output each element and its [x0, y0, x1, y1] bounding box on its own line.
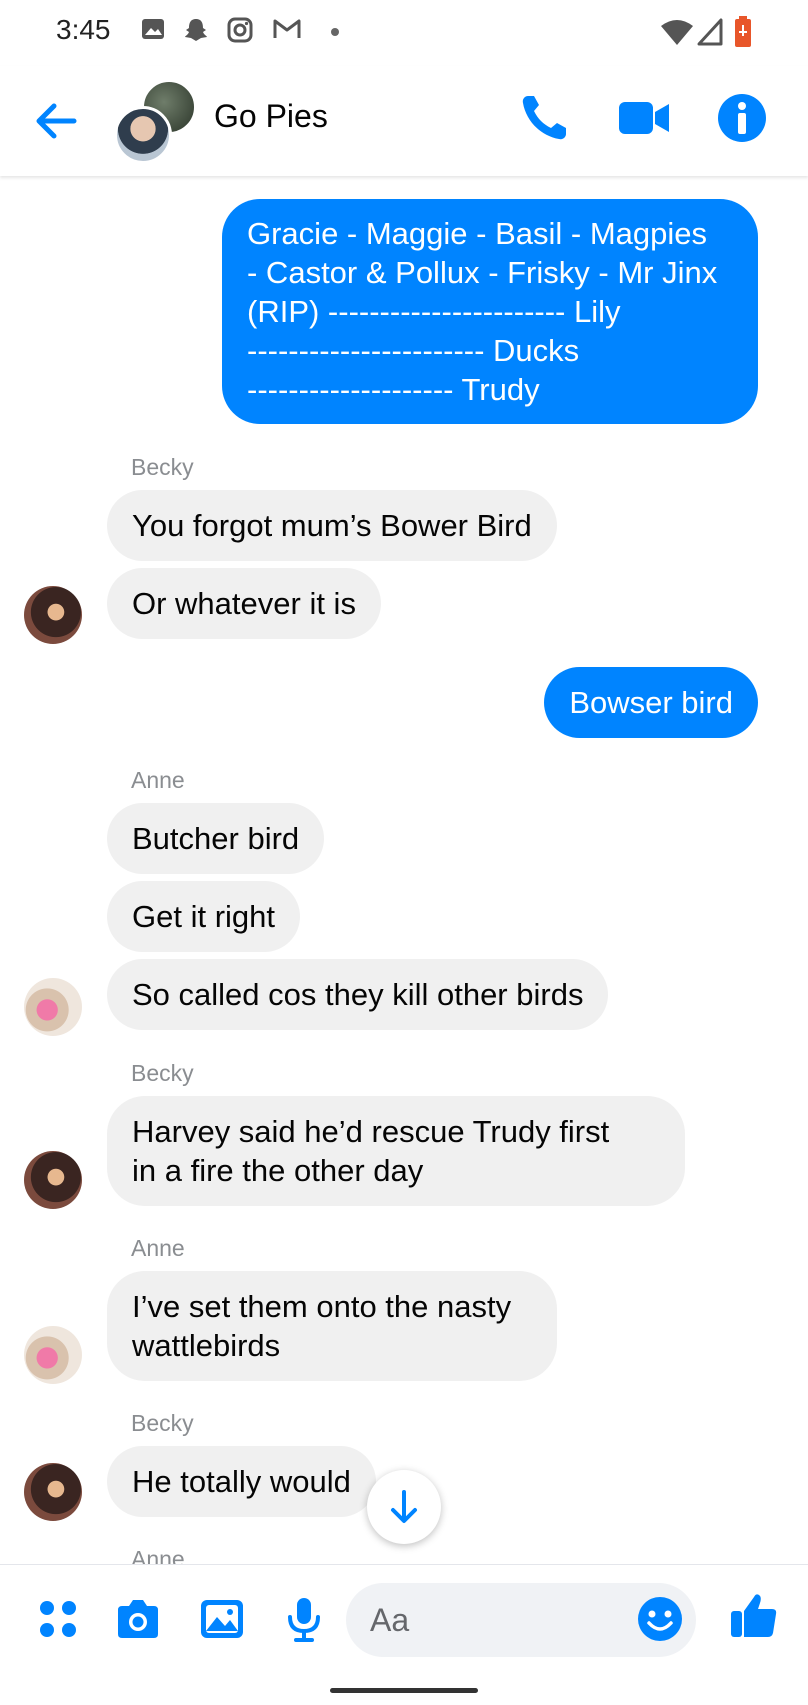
arrow-down-icon: [391, 1490, 417, 1523]
info-icon[interactable]: [712, 88, 772, 148]
conversation-header: Go Pies: [0, 66, 808, 176]
sender-name: Anne: [131, 767, 185, 793]
apps-icon[interactable]: [34, 1595, 82, 1643]
becky-avatar[interactable]: [24, 586, 82, 644]
message-line: wattlebirds: [132, 1328, 281, 1363]
microphone-icon[interactable]: [280, 1595, 328, 1643]
home-indicator[interactable]: [330, 1688, 478, 1693]
sender-name: Becky: [131, 1410, 194, 1436]
signal-icon: [697, 18, 723, 46]
message-line: in a fire the other day: [132, 1153, 424, 1188]
message-line: - Castor & Pollux - Frisky - Mr Jinx: [247, 255, 718, 290]
message-line: (RIP) ----------------------- Lily: [247, 294, 621, 329]
message-line: I’ve set them onto the nasty: [132, 1289, 512, 1324]
message-bubble[interactable]: Harvey said he’d rescue Trudy first in a…: [107, 1096, 685, 1206]
composer-bar: [0, 1564, 808, 1665]
dot-icon: [331, 28, 339, 36]
sender-name: Anne: [131, 1546, 185, 1564]
becky-avatar[interactable]: [24, 1463, 82, 1521]
message-bubble[interactable]: Or whatever it is: [107, 568, 381, 639]
gallery-icon[interactable]: [198, 1595, 246, 1643]
message-bubble[interactable]: I’ve set them onto the nasty wattlebirds: [107, 1271, 557, 1381]
battery-icon: [735, 16, 751, 47]
group-avatar[interactable]: [114, 80, 196, 164]
gmail-icon: [273, 19, 301, 38]
message-bubble[interactable]: Get it right: [107, 881, 300, 952]
message-line: ----------------------- Ducks: [247, 333, 580, 368]
snapchat-icon: [185, 19, 207, 41]
message-line: Harvey said he’d rescue Trudy first: [132, 1114, 610, 1149]
back-arrow-icon[interactable]: [30, 96, 86, 146]
status-time: 3:45: [56, 14, 111, 45]
group-member-avatar: [114, 106, 172, 164]
status-bar: 3:45: [0, 0, 808, 66]
becky-avatar[interactable]: [24, 1151, 82, 1209]
video-icon[interactable]: [614, 88, 674, 148]
message-bubble[interactable]: He totally would: [107, 1446, 376, 1517]
instagram-icon: [227, 17, 253, 43]
sender-name: Becky: [131, 454, 194, 480]
message-bubble[interactable]: Bowser bird: [544, 667, 758, 738]
camera-icon[interactable]: [114, 1595, 162, 1643]
anne-avatar[interactable]: [24, 978, 82, 1036]
message-bubble[interactable]: Butcher bird: [107, 803, 325, 874]
anne-avatar[interactable]: [24, 1326, 82, 1384]
sender-name: Becky: [131, 1060, 194, 1086]
message-line: Gracie - Maggie - Basil - Magpies: [247, 216, 707, 251]
wifi-icon: [661, 20, 693, 45]
sender-name: Anne: [131, 1235, 185, 1261]
message-bubble[interactable]: You forgot mum’s Bower Bird: [107, 490, 557, 561]
scroll-to-bottom-button[interactable]: [367, 1470, 441, 1544]
message-list[interactable]: Gracie - Maggie - Basil - Magpies - Cast…: [0, 176, 808, 1564]
thumbs-up-icon[interactable]: [728, 1589, 780, 1641]
message-bubble[interactable]: So called cos they kill other birds: [107, 959, 609, 1030]
phone-icon[interactable]: [514, 88, 574, 148]
emoji-icon[interactable]: [636, 1595, 684, 1643]
message-line: -------------------- Trudy: [247, 372, 540, 407]
message-bubble[interactable]: Gracie - Maggie - Basil - Magpies - Cast…: [222, 199, 758, 424]
image-icon: [142, 19, 164, 39]
conversation-title[interactable]: Go Pies: [214, 98, 328, 135]
